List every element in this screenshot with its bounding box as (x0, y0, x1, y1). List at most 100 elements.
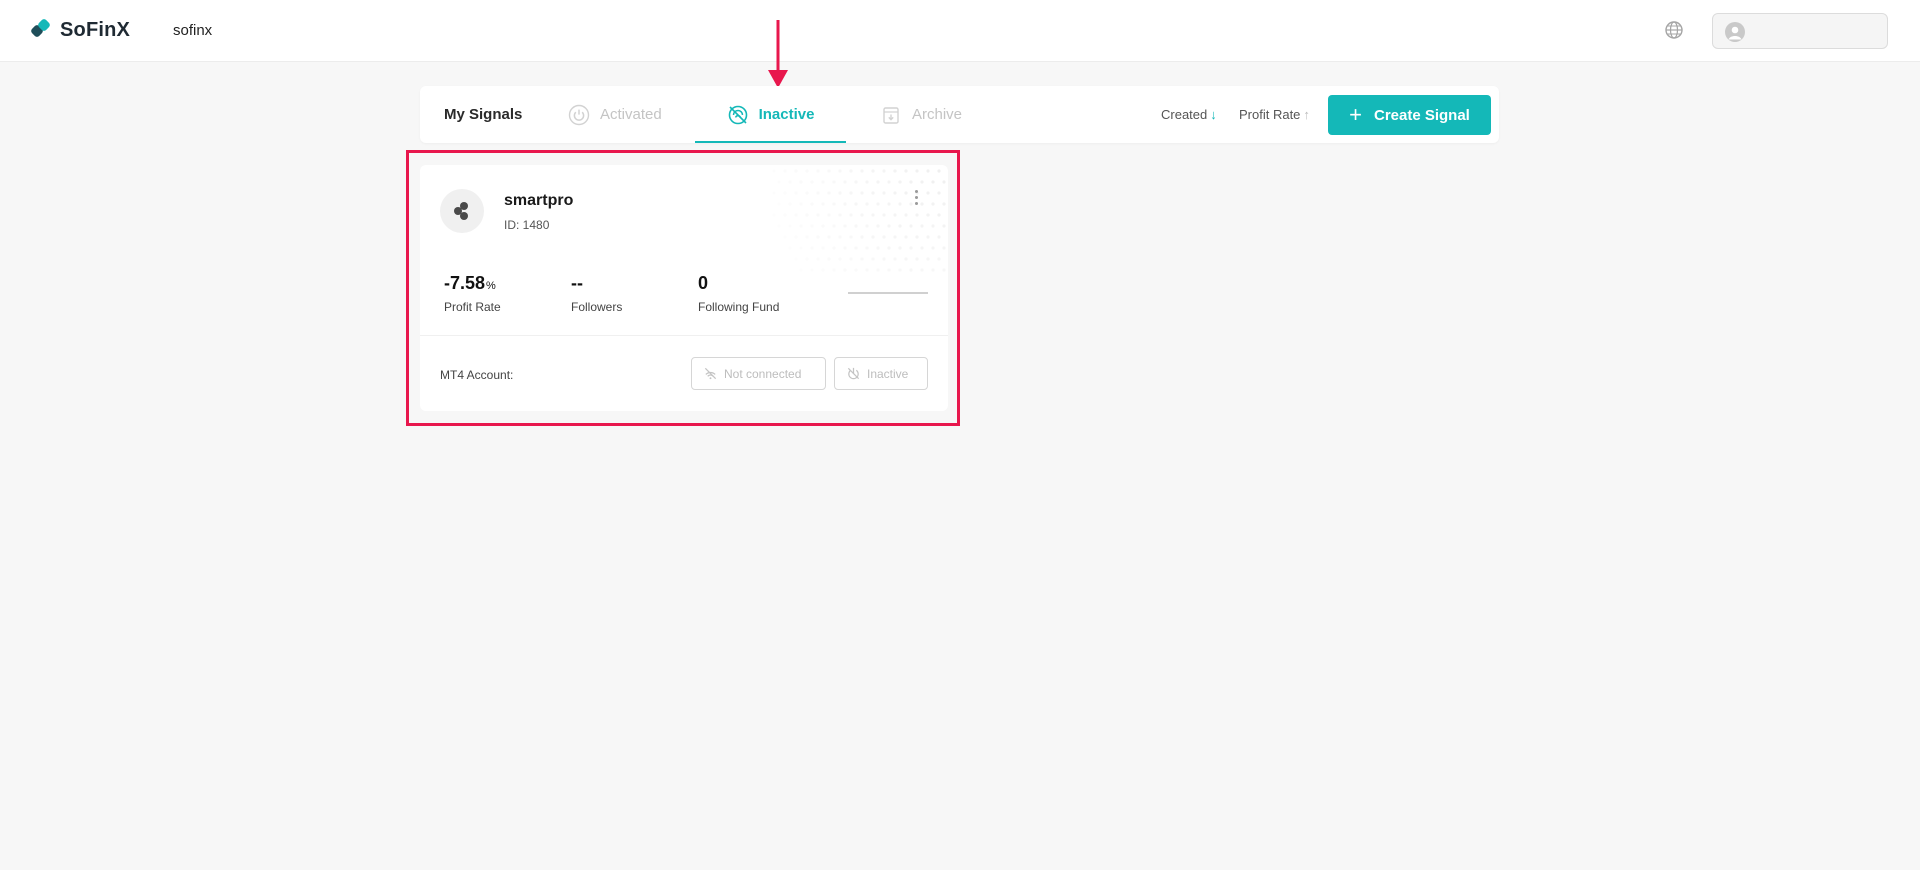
decor-dot (904, 191, 908, 195)
decor-dot (920, 180, 924, 184)
stat-profit-rate: -7.58% Profit Rate (444, 273, 501, 314)
decor-dot (843, 224, 847, 228)
page-title: My Signals (444, 106, 523, 123)
decor-dot (816, 191, 820, 195)
decor-dot (882, 257, 886, 261)
decor-dot (772, 213, 776, 217)
decor-dot (788, 224, 792, 228)
user-avatar-icon (1725, 22, 1745, 42)
decor-dot (898, 224, 902, 228)
decor-dot (838, 169, 842, 173)
more-options-icon[interactable] (912, 190, 920, 210)
decor-dot (838, 257, 842, 261)
decor-dot (915, 235, 919, 239)
stat-following-fund: 0 Following Fund (698, 273, 779, 314)
inactive-status-label: Inactive (867, 366, 909, 381)
decor-dot (849, 235, 853, 239)
decor-dot (810, 180, 814, 184)
decor-dot (788, 202, 792, 206)
decor-dot (920, 246, 924, 250)
decor-dot (816, 169, 820, 173)
decor-dot (887, 268, 891, 272)
decor-dot (860, 213, 864, 217)
decor-dot (893, 169, 897, 173)
decor-dot (805, 191, 809, 195)
dot-pattern-decoration (772, 169, 946, 272)
create-signal-button[interactable]: + Create Signal (1328, 95, 1491, 135)
decor-dot (882, 235, 886, 239)
decor-dot (854, 202, 858, 206)
decor-dot (937, 213, 941, 217)
sort-profit-rate[interactable]: Profit Rate ↑ (1239, 107, 1310, 122)
sort-created[interactable]: Created ↓ (1161, 107, 1217, 122)
decor-dot (876, 202, 880, 206)
decor-dot (783, 235, 787, 239)
decor-dot (810, 224, 814, 228)
decor-dot (904, 213, 908, 217)
decor-dot (871, 191, 875, 195)
workspace-name[interactable]: sofinx (173, 22, 212, 39)
decor-dot (909, 180, 913, 184)
decor-dot (827, 213, 831, 217)
decor-dot (799, 202, 803, 206)
decor-dot (849, 169, 853, 173)
decor-dot (788, 180, 792, 184)
signals-tab-bar: My Signals Activated Inactive Archive Cr… (420, 86, 1499, 143)
decor-dot (865, 268, 869, 272)
tab-archive[interactable]: Archive (880, 86, 962, 143)
sort-created-label: Created (1161, 107, 1208, 122)
following-fund-value: 0 (698, 273, 709, 293)
tab-inactive[interactable]: Inactive (695, 86, 846, 143)
inactive-status-badge[interactable]: Inactive (834, 357, 928, 390)
decor-dot (876, 268, 880, 272)
tab-activated-label: Activated (600, 106, 662, 123)
decor-dot (849, 191, 853, 195)
decor-dot (871, 213, 875, 217)
create-signal-label: Create Signal (1373, 106, 1470, 124)
decor-dot (788, 246, 792, 250)
decor-dot (805, 235, 809, 239)
decor-dot (794, 191, 798, 195)
decor-dot (931, 246, 935, 250)
card-divider (420, 335, 948, 336)
logo-mark-icon (31, 19, 50, 37)
decor-dot (821, 268, 825, 272)
decor-dot (871, 257, 875, 261)
signal-card[interactable]: smartpro ID: 1480 -7.58% Profit Rate -- … (420, 165, 948, 411)
decor-dot (794, 169, 798, 173)
no-signal-icon (728, 105, 747, 124)
decor-dot (926, 235, 930, 239)
decor-dot (827, 235, 831, 239)
decor-dot (832, 180, 836, 184)
decor-dot (926, 191, 930, 195)
decor-dot (904, 235, 908, 239)
decor-dot (942, 202, 946, 206)
decor-dot (821, 246, 825, 250)
decor-dot (843, 202, 847, 206)
not-connected-badge[interactable]: Not connected (691, 357, 826, 390)
decor-dot (893, 213, 897, 217)
globe-icon[interactable] (1664, 20, 1684, 40)
arrow-down-icon: ↓ (1210, 107, 1217, 122)
decor-dot (810, 246, 814, 250)
decor-dot (799, 224, 803, 228)
signal-name[interactable]: smartpro (504, 192, 573, 210)
decor-dot (904, 169, 908, 173)
decor-dot (816, 235, 820, 239)
decor-dot (827, 191, 831, 195)
decor-dot (893, 235, 897, 239)
brand-logo[interactable]: SoFinX (30, 18, 130, 42)
decor-dot (898, 202, 902, 206)
decor-dot (821, 180, 825, 184)
decor-dot (937, 169, 941, 173)
decor-dot (865, 224, 869, 228)
decor-dot (832, 246, 836, 250)
decor-dot (854, 224, 858, 228)
not-connected-label: Not connected (724, 366, 802, 381)
tab-activated[interactable]: Activated (568, 86, 662, 143)
decor-dot (854, 180, 858, 184)
user-account-menu[interactable] (1712, 13, 1888, 49)
signal-avatar (440, 189, 484, 233)
decor-dot (860, 235, 864, 239)
decor-dot (942, 246, 946, 250)
